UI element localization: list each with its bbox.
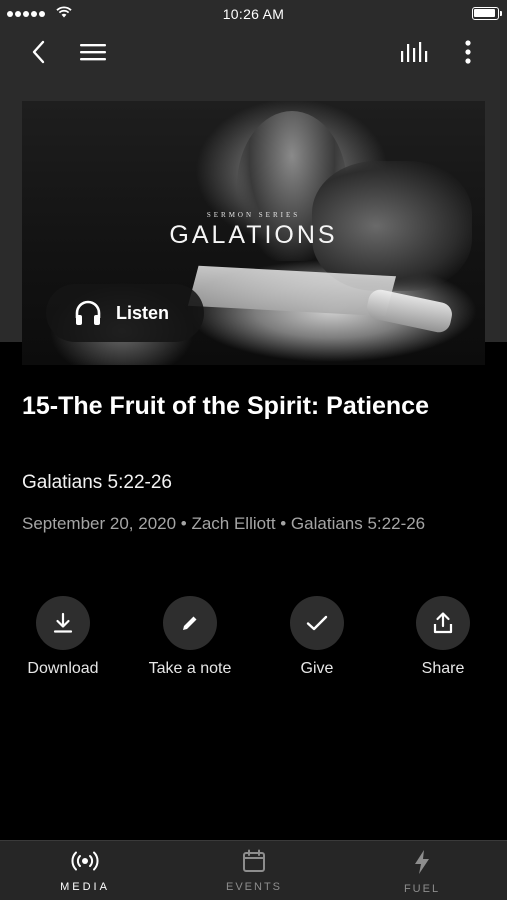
audio-button[interactable] [398, 36, 430, 68]
tab-fuel[interactable]: FUEL [372, 849, 472, 895]
audio-bars-icon [401, 42, 428, 62]
status-bar: 10:26 AM [0, 0, 507, 28]
download-icon [53, 612, 73, 633]
listen-label: Listen [116, 302, 170, 323]
tab-fuel-label: FUEL [403, 883, 441, 895]
headphones-icon [75, 300, 101, 325]
tab-media-label: MEDIA [60, 881, 110, 893]
give-label: Give [300, 660, 334, 677]
take-note-button[interactable]: Take a note [127, 596, 253, 678]
tab-media[interactable]: MEDIA [35, 849, 135, 893]
action-row: Download Take a note Give Share [0, 596, 507, 696]
share-label: Share [421, 660, 465, 677]
give-button[interactable]: Give [254, 596, 380, 678]
tab-events-label: EVENTS [225, 881, 282, 893]
more-button[interactable] [452, 36, 484, 68]
broadcast-icon [71, 851, 99, 871]
pencil-icon [183, 616, 197, 630]
tab-events[interactable]: EVENTS [204, 849, 304, 893]
nav-bar [0, 30, 507, 74]
more-vertical-icon [465, 40, 471, 64]
sermon-title: 15-The Fruit of the Spirit: Patience [22, 392, 429, 420]
sermon-meta: September 20, 2020 • Zach Elliott • Gala… [22, 514, 426, 533]
checkmark-icon [306, 615, 328, 631]
back-button[interactable] [22, 36, 54, 68]
share-button[interactable]: Share [380, 596, 506, 678]
tab-bar: MEDIA EVENTS FUEL [0, 840, 507, 900]
sermon-scripture: Galatians 5:22-26 [22, 472, 172, 493]
status-time: 10:26 AM [222, 6, 285, 22]
chevron-left-icon [32, 40, 45, 64]
calendar-icon [243, 849, 265, 872]
hamburger-menu-icon [80, 44, 106, 61]
menu-button[interactable] [77, 36, 109, 68]
download-label: Download [27, 660, 99, 677]
series-label: SERMON SERIES [206, 211, 301, 219]
series-title: GALATIONS [169, 221, 338, 249]
lightning-icon [415, 850, 429, 874]
download-button[interactable]: Download [0, 596, 126, 678]
take-note-label: Take a note [148, 660, 232, 677]
listen-button[interactable]: Listen [46, 284, 204, 342]
battery-icon [472, 7, 502, 20]
share-icon [433, 612, 453, 634]
